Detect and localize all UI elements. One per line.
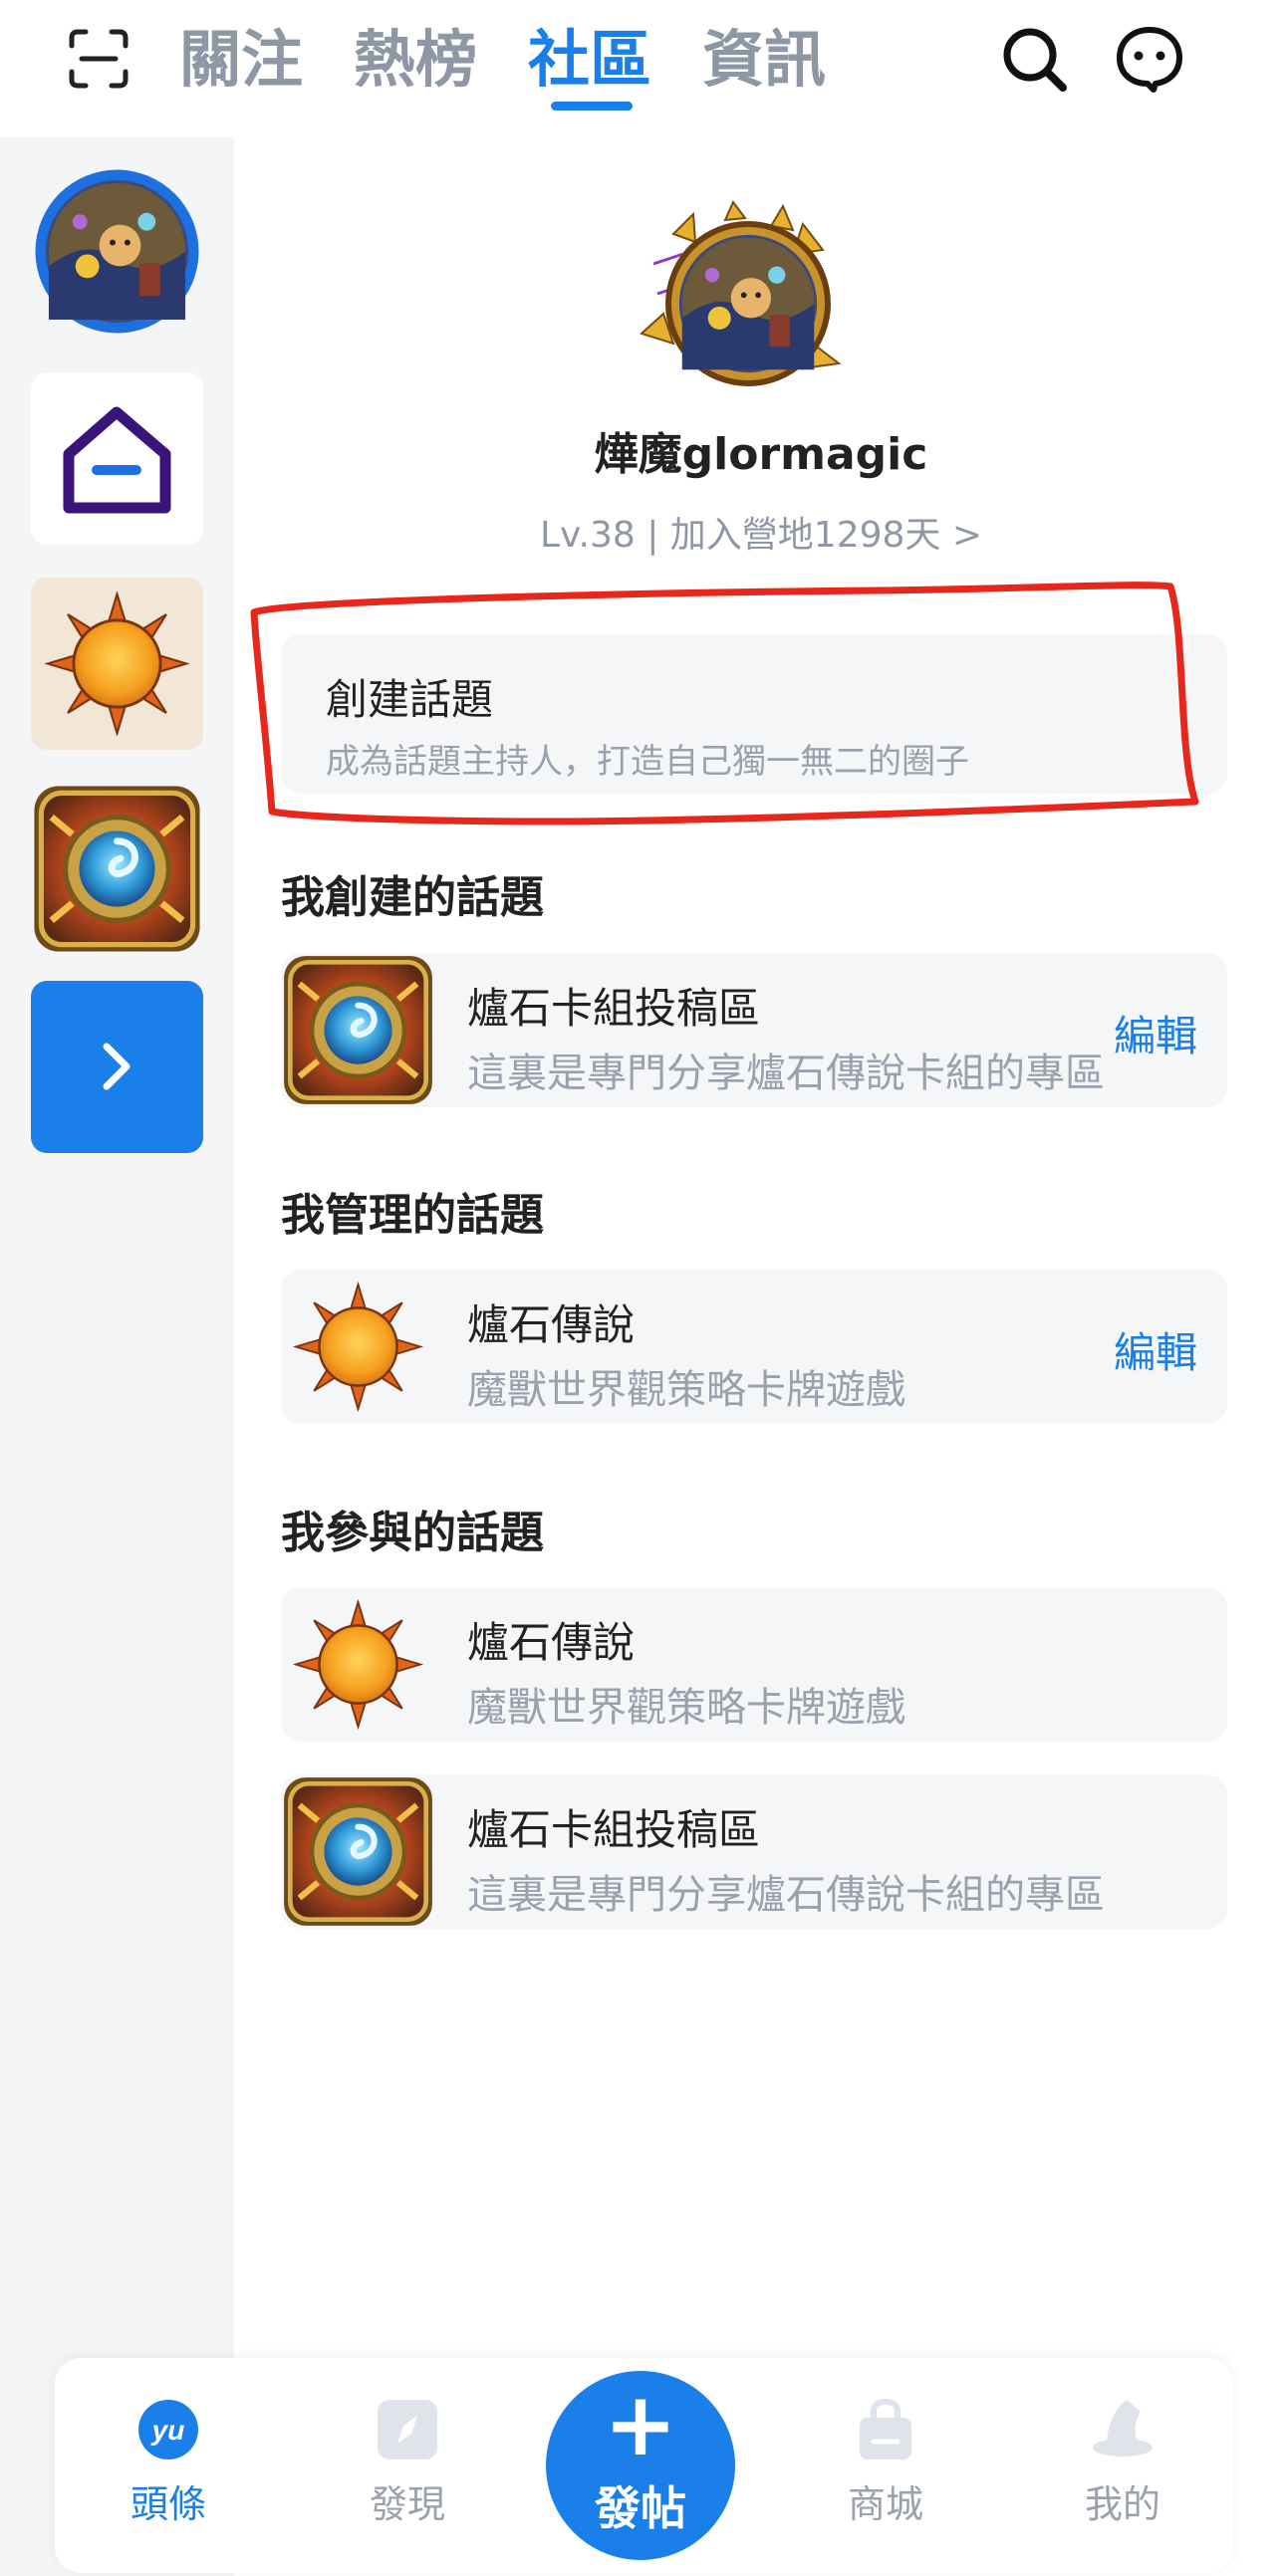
tab-hot[interactable]: 熱榜 bbox=[354, 20, 477, 100]
chevron-right-icon bbox=[103, 1043, 130, 1090]
edit-button[interactable]: 編輯 bbox=[1114, 1319, 1197, 1380]
tab-news[interactable]: 資訊 bbox=[702, 20, 826, 100]
sun-icon bbox=[281, 1270, 435, 1424]
nav-label: 商城 bbox=[847, 2482, 923, 2526]
create-topic-title: 創建話題 bbox=[326, 675, 494, 724]
nav-label: 我的 bbox=[1084, 2482, 1160, 2526]
rail-avatar[interactable] bbox=[31, 165, 203, 338]
section-title-managed: 我管理的話題 bbox=[281, 1190, 544, 1241]
nav-label: 頭條 bbox=[129, 2482, 206, 2526]
topic-card-created-deck[interactable]: 爐石卡組投稿區 這裏是專門分享爐石傳說卡組的專區 編輯 bbox=[281, 953, 1227, 1107]
active-tab-indicator bbox=[551, 102, 633, 111]
svg-text:yu: yu bbox=[150, 2415, 185, 2446]
edit-button[interactable]: 編輯 bbox=[1114, 1003, 1197, 1063]
topic-desc: 魔獸世界觀策略卡牌遊戲 bbox=[467, 1367, 905, 1413]
profile-avatar[interactable] bbox=[634, 194, 847, 407]
sun-icon bbox=[281, 1587, 435, 1742]
rail-home-tile[interactable] bbox=[31, 372, 203, 545]
create-topic-subtitle: 成為話題主持人，打造自己獨一無二的圈子 bbox=[326, 742, 969, 782]
hearthstone-logo-icon bbox=[281, 953, 435, 1107]
post-label: 發帖 bbox=[595, 2481, 686, 2535]
nav-item-shop[interactable]: 商城 bbox=[816, 2396, 955, 2528]
nav-item-me[interactable]: 我的 bbox=[1053, 2396, 1192, 2528]
create-topic-card[interactable]: 創建話題 成為話題主持人，打造自己獨一無二的圈子 bbox=[281, 634, 1227, 794]
nav-label: 發現 bbox=[369, 2482, 445, 2526]
profile-level-link[interactable]: Lv.38 | 加入營地1298天 > bbox=[234, 506, 1288, 558]
section-title-joined: 我參與的話題 bbox=[281, 1508, 544, 1558]
hearthstone-logo-icon bbox=[31, 783, 203, 955]
top-bar: 關注 熱榜 社區 資訊 bbox=[0, 0, 1288, 137]
bottom-nav: yu 頭條 發現 + 發帖 商城 我的 bbox=[55, 2358, 1233, 2573]
nav-item-discover[interactable]: 發現 bbox=[338, 2396, 477, 2528]
topic-desc: 這裏是專門分享爐石傳說卡組的專區 bbox=[467, 1051, 1105, 1096]
chat-icon[interactable] bbox=[1114, 24, 1185, 96]
topic-name: 爐石卡組投稿區 bbox=[467, 1805, 761, 1854]
sun-icon bbox=[31, 578, 203, 750]
topic-desc: 魔獸世界觀策略卡牌遊戲 bbox=[467, 1685, 905, 1731]
compass-icon bbox=[378, 2400, 437, 2459]
rail-expand-button[interactable] bbox=[31, 981, 203, 1153]
rail-topic-hearthstone[interactable] bbox=[31, 578, 203, 750]
yu-logo-icon: yu bbox=[138, 2400, 198, 2459]
home-icon bbox=[63, 406, 171, 514]
hearthstone-logo-icon bbox=[281, 1774, 435, 1929]
topic-desc: 這裏是專門分享爐石傳說卡組的專區 bbox=[467, 1872, 1105, 1918]
topic-card-joined-deck[interactable]: 爐石卡組投稿區 這裏是專門分享爐石傳說卡組的專區 bbox=[281, 1774, 1227, 1929]
tab-community[interactable]: 社區 bbox=[528, 20, 651, 100]
topic-name: 爐石傳說 bbox=[467, 1618, 636, 1667]
wizard-hat-icon bbox=[1093, 2400, 1153, 2457]
scan-icon[interactable] bbox=[68, 28, 129, 90]
left-rail bbox=[0, 137, 234, 2576]
topic-card-managed-hearthstone[interactable]: 爐石傳說 魔獸世界觀策略卡牌遊戲 編輯 bbox=[281, 1270, 1227, 1424]
search-icon[interactable] bbox=[999, 24, 1071, 96]
plus-icon: + bbox=[604, 2373, 677, 2475]
tab-follow[interactable]: 關注 bbox=[179, 20, 303, 100]
topic-card-joined-hearthstone[interactable]: 爐石傳說 魔獸世界觀策略卡牌遊戲 bbox=[281, 1587, 1227, 1742]
section-title-created: 我創建的話題 bbox=[281, 872, 544, 923]
rail-topic-deck-submissions[interactable] bbox=[31, 783, 203, 955]
nav-item-headlines[interactable]: yu 頭條 bbox=[99, 2396, 238, 2528]
profile-username: 燁魔glormagic bbox=[594, 429, 928, 480]
shopping-bag-icon bbox=[860, 2398, 911, 2459]
post-button[interactable]: + 發帖 bbox=[546, 2371, 735, 2560]
topic-name: 爐石傳說 bbox=[467, 1300, 636, 1349]
topic-name: 爐石卡組投稿區 bbox=[467, 984, 761, 1033]
